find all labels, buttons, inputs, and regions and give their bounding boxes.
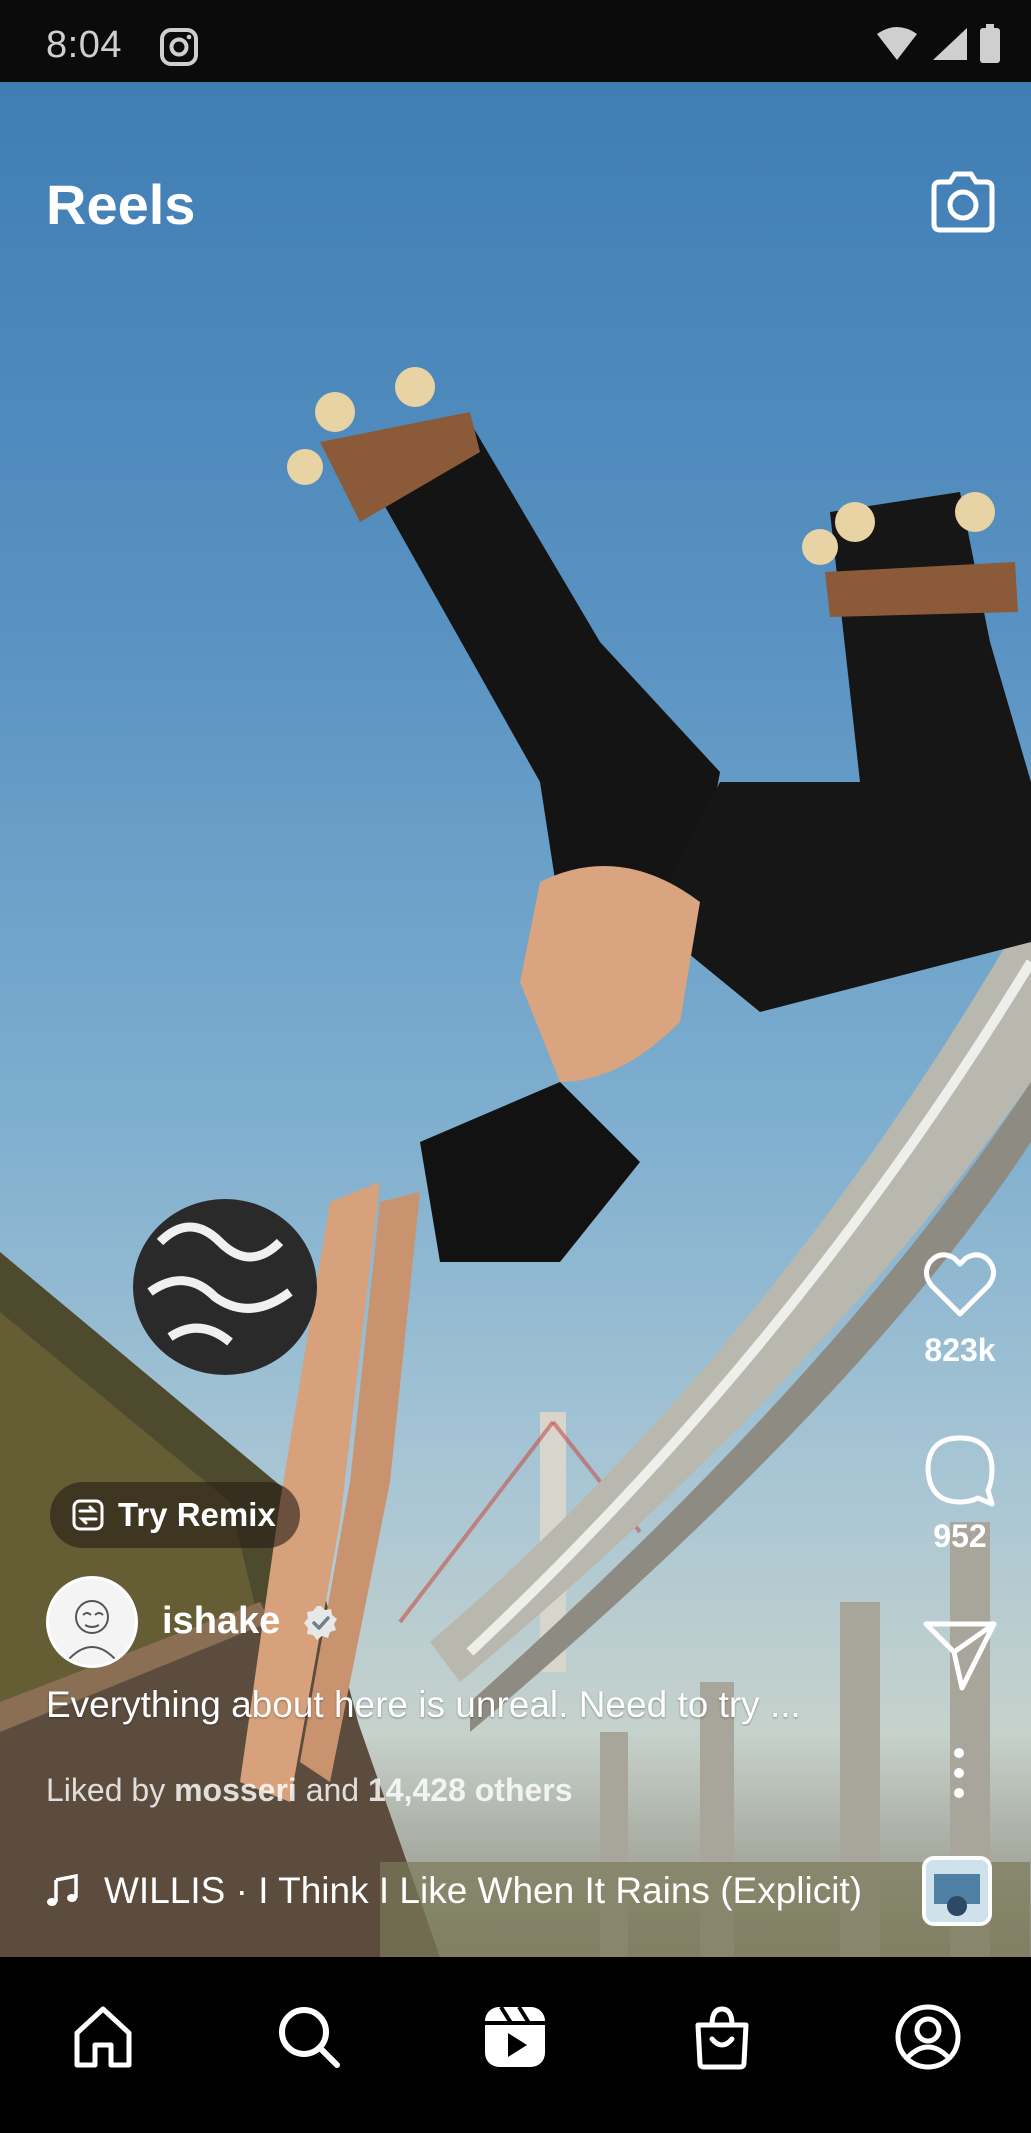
status-indicators [875, 24, 1001, 64]
comment-icon [925, 1435, 995, 1507]
home-icon [74, 2006, 132, 2068]
audio-thumbnail-image [926, 1860, 988, 1922]
send-icon [923, 1621, 997, 1691]
liked-count[interactable]: 14,428 others [368, 1772, 573, 1808]
more-vertical-icon[interactable] [944, 1745, 974, 1801]
wifi-icon [877, 27, 917, 60]
liked-prefix: Liked by [46, 1772, 175, 1808]
nav-home[interactable] [63, 1997, 143, 2077]
try-remix-button[interactable]: Try Remix [50, 1482, 300, 1548]
reel-video-frame [0, 367, 1031, 1957]
profile-icon [895, 2004, 961, 2070]
status-bar: 8:04 [0, 0, 1031, 82]
nav-profile[interactable] [888, 1997, 968, 2077]
camera-icon[interactable] [926, 166, 1000, 240]
share-button[interactable] [915, 1612, 1005, 1696]
remix-icon [72, 1499, 104, 1531]
like-button[interactable]: 823k [915, 1242, 1005, 1369]
caption[interactable]: Everything about here is unreal. Need to… [46, 1684, 866, 1726]
shop-icon [695, 2006, 749, 2070]
nav-shop[interactable] [682, 1997, 762, 2077]
nav-reels[interactable] [475, 1997, 555, 2077]
verified-badge-icon [304, 1606, 337, 1640]
heart-icon [924, 1252, 996, 1317]
liked-user[interactable]: mosseri [174, 1772, 297, 1808]
audio-thumbnail[interactable] [922, 1856, 992, 1926]
liked-by[interactable]: Liked by mosseri and 14,428 others [46, 1772, 573, 1809]
comment-count: 952 [933, 1518, 987, 1554]
try-remix-label: Try Remix [118, 1496, 276, 1533]
reels-icon [485, 2005, 546, 2067]
page-title: Reels [46, 173, 196, 236]
avatar[interactable] [46, 1576, 138, 1668]
avatar-image [68, 1600, 116, 1660]
nav-search[interactable] [269, 1997, 349, 2077]
battery-icon [980, 24, 1000, 63]
liked-middle: and [296, 1772, 368, 1808]
audio-track[interactable]: WILLIS · I Think I Like When It Rains (E… [46, 1866, 906, 1916]
instagram-icon [160, 28, 198, 66]
audio-track-title: WILLIS · I Think I Like When It Rains (E… [104, 1870, 863, 1911]
username[interactable]: ishake [162, 1600, 280, 1643]
status-time: 8:04 [46, 24, 122, 66]
music-note-icon [47, 1874, 78, 1906]
like-count: 823k [924, 1332, 996, 1368]
search-icon [279, 2007, 341, 2068]
reel-video[interactable]: Reels 823k 952 Try Remix ishake Everythi… [0, 82, 1031, 1957]
bottom-nav [0, 1957, 1031, 2133]
comment-button[interactable]: 952 [915, 1428, 1005, 1555]
signal-icon [933, 28, 967, 60]
